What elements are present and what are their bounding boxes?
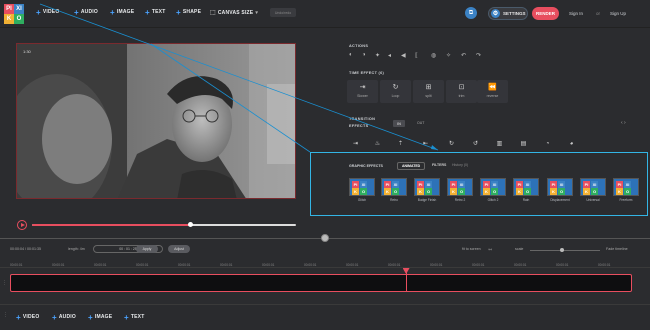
arrow-line [39, 3, 439, 151]
arrow-head [431, 145, 438, 150]
arrow-line [150, 43, 311, 153]
annotation-arrows [39, 3, 439, 153]
